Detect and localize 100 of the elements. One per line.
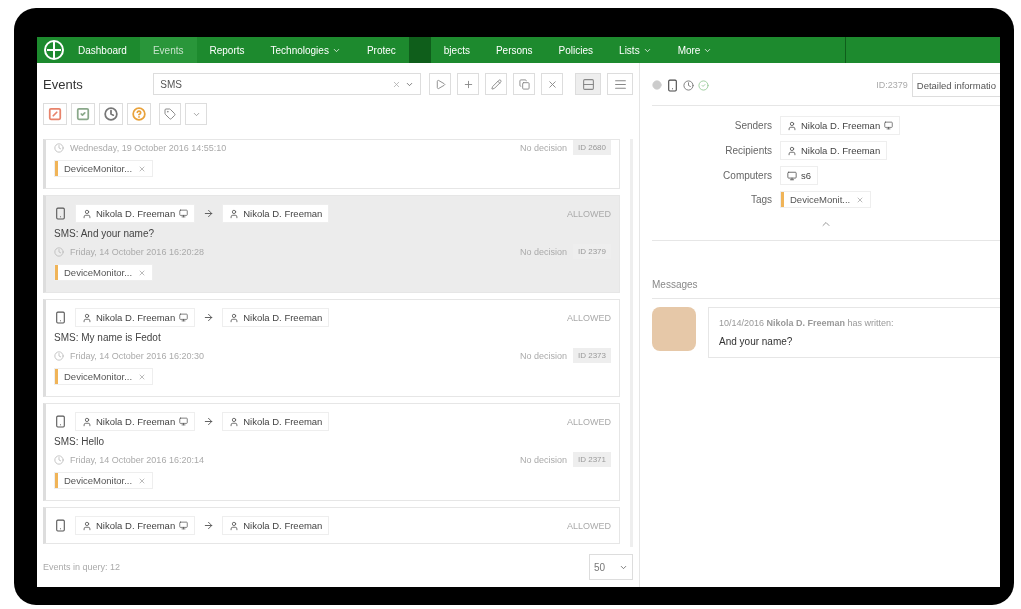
page-size-select[interactable]: 50 — [589, 554, 633, 580]
nav-item[interactable]: Lists — [606, 37, 665, 63]
person-chip[interactable]: Nikola D. Freeman — [75, 516, 196, 535]
filter-button[interactable] — [127, 103, 151, 125]
message-text: And your name? — [719, 336, 794, 347]
person-chip[interactable]: Nikola D. Freeman — [222, 412, 330, 431]
logo-icon — [43, 39, 65, 61]
status-label: ALLOWED — [567, 312, 611, 323]
rows-icon — [581, 77, 595, 91]
person-icon — [82, 208, 92, 219]
phone-icon — [54, 207, 67, 220]
person-chip[interactable]: Nikola D. Freeman — [222, 204, 330, 223]
details-button[interactable]: Detailed informatio — [911, 73, 1000, 97]
status-label: ALLOWED — [567, 520, 611, 531]
tag-chip[interactable]: DeviceMonitor... — [54, 368, 154, 385]
nav-item[interactable]: More — [664, 37, 726, 63]
computer-icon — [179, 417, 189, 426]
arrow-icon — [203, 208, 215, 219]
section-title: Messages — [652, 279, 699, 290]
decision-label: No decision — [519, 142, 567, 153]
person-chip[interactable]: Nikola D. Freeman — [75, 412, 196, 431]
arrow-icon — [203, 312, 215, 323]
clear-icon — [392, 79, 401, 89]
event-card[interactable]: Nikola D. Freeman Nikola D. Freeman ALLOWED SMS: And your name? Friday, 14 October 2016 16:20:28 No decision ID 2379 DeviceMonitor... — [43, 195, 620, 293]
computer-chip[interactable]: s6 — [780, 166, 819, 185]
clock-icon — [54, 246, 64, 257]
remove-icon — [138, 372, 147, 381]
filter-button[interactable] — [71, 103, 95, 125]
person-icon — [787, 145, 797, 156]
tag-chip[interactable]: DeviceMonitor... — [54, 264, 154, 281]
person-icon — [82, 520, 92, 531]
close-icon — [546, 78, 558, 90]
tag-filter-button[interactable] — [159, 103, 181, 125]
tag-chip[interactable]: DeviceMonit... — [780, 191, 872, 208]
event-count: Events in query: 12 — [43, 562, 121, 572]
view-toggle[interactable] — [607, 73, 633, 95]
edit-button[interactable] — [485, 73, 507, 95]
check-icon — [698, 79, 709, 91]
nav-item[interactable]: Dashboard — [65, 37, 140, 63]
remove-icon — [138, 268, 147, 277]
event-card[interactable]: Nikola D. Freeman Nikola D. Freeman ALLOWED SMS: Hello Friday, 14 October 2016 16:20:14 No decision ID 2371 DeviceMonitor... — [43, 403, 620, 501]
person-icon — [229, 520, 240, 531]
clock-icon — [54, 142, 64, 153]
nav-item[interactable]: Policies — [545, 37, 607, 63]
event-date: Friday, 14 October 2016 16:20:30 — [70, 350, 204, 361]
view-toggle[interactable] — [575, 73, 601, 95]
person-icon — [229, 416, 240, 427]
copy-button[interactable] — [513, 73, 535, 95]
computer-icon — [884, 121, 894, 130]
nav-item[interactable]: Technologies — [257, 37, 354, 63]
computer-icon — [179, 313, 189, 322]
status-label: ALLOWED — [567, 416, 611, 427]
nav-item[interactable]: Reports — [196, 37, 258, 63]
field-label: Tags — [749, 194, 772, 205]
id-badge: ID 2371 — [572, 452, 611, 467]
phone-icon — [54, 519, 67, 532]
filter-button[interactable] — [99, 103, 123, 125]
arrow-icon — [203, 520, 215, 531]
person-icon — [82, 416, 92, 427]
event-card[interactable]: Nikola D. Freeman Nikola D. Freeman ALLOWED — [43, 507, 620, 544]
person-chip[interactable]: Nikola D. Freeman — [780, 141, 888, 160]
phone-icon — [54, 415, 67, 428]
person-chip[interactable]: Nikola D. Freeman — [75, 204, 196, 223]
message-text: SMS: And your name? — [54, 228, 156, 239]
dropdown-button[interactable] — [185, 103, 207, 125]
person-chip[interactable]: Nikola D. Freeman — [222, 516, 330, 535]
add-button[interactable] — [457, 73, 479, 95]
clock-icon — [54, 454, 64, 465]
field-label: Recipients — [724, 145, 772, 156]
add-icon — [462, 78, 474, 90]
event-card[interactable]: Wednesday, 19 October 2016 14:55:10 No decision ID 2680 DeviceMonitor... — [43, 139, 620, 189]
person-chip[interactable]: Nikola D. Freeman — [222, 308, 330, 327]
play-icon — [434, 78, 446, 90]
event-date: Wednesday, 19 October 2016 14:55:10 — [70, 142, 227, 153]
tag-chip[interactable]: DeviceMonitor... — [54, 472, 154, 489]
copy-icon — [518, 78, 530, 90]
nav-item[interactable]: Protec — [353, 37, 409, 63]
remove-icon — [856, 195, 865, 204]
close-button[interactable] — [541, 73, 563, 95]
nav-item[interactable]: bjects — [430, 37, 483, 63]
remove-icon — [138, 164, 147, 173]
person-chip[interactable]: Nikola D. Freeman — [75, 308, 196, 327]
event-date: Friday, 14 October 2016 16:20:14 — [70, 454, 204, 465]
message-text: SMS: Hello — [54, 436, 105, 447]
field-label: Senders — [733, 120, 772, 131]
field-label: Computers — [722, 170, 772, 181]
person-chip[interactable]: Nikola D. Freeman — [780, 116, 901, 135]
event-date: Friday, 14 October 2016 16:20:28 — [70, 246, 204, 257]
decision-label: No decision — [519, 246, 567, 257]
tag-chip[interactable]: DeviceMonitor... — [54, 160, 154, 177]
search-field[interactable]: SMS — [153, 73, 421, 95]
status-dot-icon — [652, 80, 662, 90]
filter-button[interactable] — [43, 103, 67, 125]
play-button[interactable] — [429, 73, 451, 95]
event-card[interactable]: Nikola D. Freeman Nikola D. Freeman ALLOWED SMS: My name is Fedot Friday, 14 October 2016 16:20:30 No decision ID 2373 DeviceMonitor... — [43, 299, 620, 397]
nav-item[interactable]: Persons — [482, 37, 546, 63]
tag-icon — [164, 108, 176, 120]
remove-icon — [138, 476, 147, 485]
computer-icon — [179, 209, 189, 218]
person-icon — [787, 120, 797, 131]
